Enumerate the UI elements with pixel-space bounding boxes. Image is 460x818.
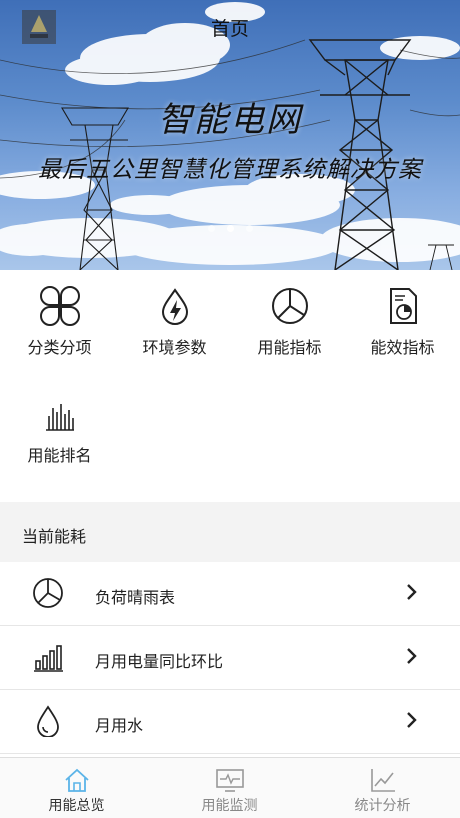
tab-energy-monitoring[interactable]: 用能监测 bbox=[153, 758, 306, 818]
monitor-icon bbox=[215, 769, 244, 792]
tab-energy-overview[interactable]: 用能总览 bbox=[0, 758, 153, 818]
app-screen: 首页 智能电网 最后五公里智慧化管理系统解决方案 分类分项 环境参数 用能指标 … bbox=[0, 0, 460, 818]
list-item-label: 月用水 bbox=[95, 716, 144, 735]
banner-carousel[interactable]: 首页 智能电网 最后五公里智慧化管理系统解决方案 bbox=[0, 0, 460, 270]
feature-efficiency-indicator[interactable]: 能效指标 bbox=[345, 270, 460, 370]
feature-label: 用能排名 bbox=[27, 446, 92, 465]
tab-label: 统计分析 bbox=[354, 798, 411, 814]
pie-chart-icon bbox=[33, 578, 63, 608]
tab-statistics[interactable]: 统计分析 bbox=[306, 758, 459, 818]
feature-label: 能效指标 bbox=[370, 338, 435, 357]
feature-grid: 分类分项 环境参数 用能指标 能效指标 用能排名 bbox=[0, 270, 460, 500]
feature-environment[interactable]: 环境参数 bbox=[117, 270, 232, 370]
energy-list: 负荷晴雨表 月用电量同比环比 月用水 bbox=[0, 562, 460, 754]
carousel-indicators bbox=[0, 225, 460, 232]
list-item-monthly-water[interactable]: 月用水 bbox=[0, 690, 460, 754]
tab-label: 用能监测 bbox=[201, 798, 258, 814]
banner-headline: 智能电网 bbox=[158, 100, 302, 140]
feature-classification[interactable]: 分类分项 bbox=[2, 270, 117, 370]
list-item-label: 月用电量同比环比 bbox=[95, 652, 224, 671]
carousel-dot[interactable] bbox=[207, 225, 215, 232]
water-drop-icon bbox=[37, 705, 59, 737]
page-title: 首页 bbox=[210, 18, 249, 40]
list-item-monthly-electricity[interactable]: 月用电量同比环比 bbox=[0, 626, 460, 690]
report-icon bbox=[389, 288, 417, 324]
energy-drop-icon bbox=[161, 288, 188, 325]
banner-subheadline: 最后五公里智慧化管理系统解决方案 bbox=[38, 157, 422, 183]
section-title: 当前能耗 bbox=[22, 527, 87, 546]
section-header: 当前能耗 bbox=[0, 502, 460, 562]
tab-label: 用能总览 bbox=[48, 798, 105, 814]
list-item-load-barometer[interactable]: 负荷晴雨表 bbox=[0, 562, 460, 626]
feature-label: 分类分项 bbox=[27, 338, 92, 357]
line-chart-icon bbox=[370, 769, 395, 792]
home-icon bbox=[64, 768, 89, 792]
chevron-right-icon bbox=[407, 648, 417, 664]
feature-energy-ranking[interactable]: 用能排名 bbox=[2, 378, 117, 478]
bar-chart-icon bbox=[34, 645, 63, 672]
bottom-tab-bar: 用能总览 用能监测 统计分析 bbox=[0, 757, 460, 818]
clover-icon bbox=[39, 286, 80, 326]
bar-ranking-icon bbox=[45, 404, 74, 431]
chevron-right-icon bbox=[407, 712, 417, 728]
list-item-label: 负荷晴雨表 bbox=[95, 588, 176, 607]
carousel-dot[interactable] bbox=[245, 225, 253, 232]
feature-label: 用能指标 bbox=[257, 338, 322, 357]
chevron-right-icon bbox=[407, 584, 417, 600]
carousel-dot-active[interactable] bbox=[226, 225, 234, 232]
pie-chart-icon bbox=[271, 288, 308, 324]
feature-energy-indicator[interactable]: 用能指标 bbox=[232, 270, 347, 370]
feature-label: 环境参数 bbox=[142, 338, 207, 357]
